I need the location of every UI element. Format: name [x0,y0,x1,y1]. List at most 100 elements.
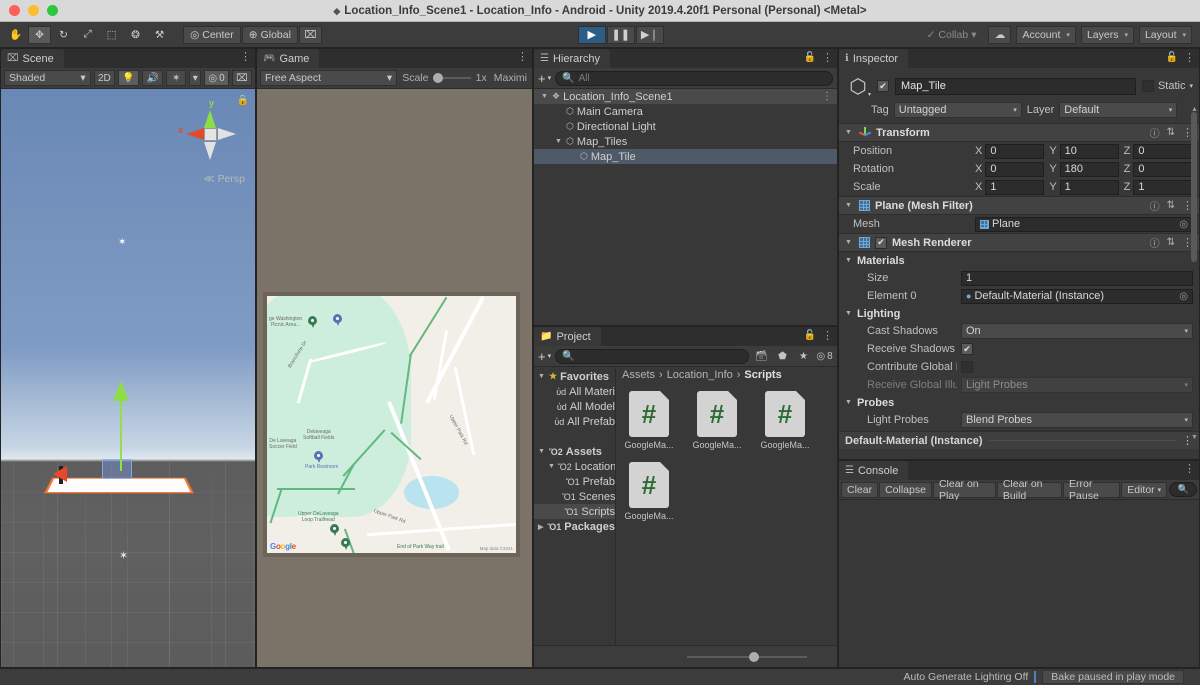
scene-lighting-icon[interactable]: 💡 [118,70,140,86]
move-tool-icon[interactable]: ✥ [28,25,52,44]
asset-item[interactable]: # GoogleMa... [622,462,676,521]
map-pin[interactable] [330,524,339,536]
hierarchy-item-location-info-scene1[interactable]: ▼ ❖ Location_Info_Scene1 ⋮ [534,89,837,104]
light-probes-dropdown[interactable]: Blend Probes ▾ [961,412,1193,428]
rotation-x-input[interactable]: 0 [985,161,1045,177]
map-pin[interactable] [341,538,350,550]
pivot-mode-button[interactable]: ◎ Center [183,25,241,44]
project-asset-browser[interactable]: Assets › Location_Info › Scripts # GoogleMa..… [616,367,837,645]
position-x-input[interactable]: 0 [985,143,1045,159]
help-icon[interactable]: ⓘ [1150,235,1160,250]
cloud-button[interactable]: ☁ [988,25,1012,44]
grid-snap-icon[interactable]: ⌧ [298,25,322,44]
gizmo-plane-handle[interactable] [102,459,132,479]
cast-shadows-dropdown[interactable]: On ▾ [961,323,1193,339]
static-checkbox[interactable] [1141,80,1154,92]
size-input[interactable]: 1 [961,270,1193,286]
console-menu-icon[interactable]: ⋮ [1184,464,1195,475]
project-tree-item-favorites[interactable]: ▼ ★ Favorites [534,369,615,384]
preset-icon[interactable]: ⇅ [1167,200,1175,211]
game-viewport[interactable]: ge Washington Picnic Area... Branciforte … [257,89,532,667]
tag-dropdown[interactable]: Untagged ▾ [893,102,1022,118]
project-tree-item-location-[interactable]: ▼Ὄ2Location_ [534,459,615,474]
hierarchy-item-map-tile[interactable]: ⬡ Map_Tile [534,149,837,164]
object-picker-icon[interactable]: ◎ [1179,291,1188,302]
game-scale-slider[interactable] [433,72,471,84]
breadcrumb-item[interactable]: Scripts [744,369,781,381]
project-visibility-toggle[interactable]: ◎ 8 [816,348,833,364]
receive-shadows-checkbox[interactable]: ✔ [961,343,973,355]
gizmo-cone-left[interactable] [186,128,204,140]
foldout-arrow-icon[interactable]: ▼ [845,399,852,406]
static-toggle[interactable]: Static ▾ [1141,80,1193,92]
console-error-pause-button[interactable]: Error Pause [1063,478,1121,502]
project-tree-item-all-materi[interactable]: ὐd All Materi [534,384,615,399]
directional-light-gizmo[interactable]: ✶ [118,237,126,248]
toggle-2d-button[interactable]: 2D [93,70,116,86]
perspective-label[interactable]: ≪ Persp [204,173,245,185]
scene-menu-icon[interactable]: ⋮ [240,52,251,63]
custom-editor-tool-icon[interactable]: ⚒ [148,25,172,44]
mesh-renderer-enabled-checkbox[interactable]: ✔ [875,236,887,249]
position-z-input[interactable]: 0 [1133,143,1193,159]
gizmo-cone-right[interactable] [218,128,236,140]
console-clear-button[interactable]: Clear [841,481,879,498]
material-preview-bar[interactable]: Default-Material (Instance) ⋮ [839,431,1199,449]
foldout-arrow-icon[interactable]: ▼ [540,93,549,100]
layer-dropdown[interactable]: Default ▾ [1059,102,1178,118]
console-search-input[interactable]: 🔍 [1169,482,1197,497]
scale-x-input[interactable]: 1 [985,179,1045,195]
project-tree-item-scenes[interactable]: Ὄ1 Scenes [534,489,615,504]
hierarchy-search-input[interactable]: 🔍 All [555,70,833,86]
playback-controls[interactable]: ▶ ❚❚ ▶❘ [577,25,664,44]
gameobject-enabled-checkbox[interactable]: ✔ [877,80,889,92]
transform-properties[interactable]: Position X 0 Y 10 Z 0 Rotation X 0 Y 180 Z 0 Scale X 1 Y 1… [839,142,1199,196]
gizmo-cone-up[interactable] [204,110,216,128]
filter-by-type-icon[interactable]: 🗃 [753,348,770,364]
aspect-ratio-dropdown[interactable]: Free Aspect ▾ [260,70,398,86]
rotation-y-input[interactable]: 180 [1059,161,1119,177]
tab-inspector[interactable]: ℹ Inspector [839,49,909,68]
scene-fx-icon[interactable]: ✶ [166,70,187,86]
game-menu-icon[interactable]: ⋮ [517,52,528,63]
console-clear-on-play-button[interactable]: Clear on Play [932,478,996,502]
layers-dropdown[interactable]: Layers ▾ [1080,25,1134,44]
foldout-arrow-icon[interactable]: ▼ [845,257,852,264]
scene-viewport[interactable]: ✶ ✶ 🔒 y x ≪ Persp [1,89,255,667]
foldout-arrow-icon[interactable]: ▼ [537,448,546,455]
breadcrumb[interactable]: Assets › Location_Info › Scripts [616,367,837,383]
project-tree-item-packages[interactable]: ▶ Ὄ1 Packages [534,519,615,534]
tab-console[interactable]: ☰ Console [839,461,909,480]
project-tree-item-scripts[interactable]: Ὄ1 Scripts [534,504,615,519]
rotation-z-input[interactable]: 0 [1133,161,1193,177]
foldout-arrow-icon[interactable]: ▼ [554,138,563,145]
foldout-arrow-icon[interactable]: ▼ [845,129,854,136]
preset-icon[interactable]: ⇅ [1167,127,1175,138]
tab-hierarchy[interactable]: ☰ Hierarchy [534,49,611,68]
transform-tools[interactable]: ✋ ✥ ↻ ⤢ ⬚ ❂ ⚒ [4,25,172,44]
project-tree-item-all-model[interactable]: ὐd All Model [534,399,615,414]
shading-mode-dropdown[interactable]: Shaded ▾ [4,70,91,86]
map-pin[interactable] [314,451,323,463]
scene-visibility-toggle[interactable]: ◎ 0 [204,70,229,86]
scene-fx-dropdown[interactable]: ▾ [189,70,202,86]
foldout-arrow-icon[interactable]: ▼ [537,373,546,380]
project-tree-item-prefab[interactable]: Ὄ1 Prefab [534,474,615,489]
layout-dropdown[interactable]: Layout ▾ [1138,25,1193,44]
asset-item[interactable]: # GoogleMa... [622,391,676,450]
rect-tool-icon[interactable]: ⬚ [100,25,124,44]
materials-section[interactable]: ▼ Materials [839,252,1199,269]
help-icon[interactable]: ⓘ [1150,125,1160,140]
scroll-down-icon[interactable]: ▼ [1191,434,1198,441]
hierarchy-item-main-camera[interactable]: ⬡ Main Camera [534,104,837,119]
help-icon[interactable]: ⓘ [1150,198,1160,213]
asset-grid[interactable]: # GoogleMa... # GoogleMa... # GoogleMa... # Goo… [616,383,837,529]
element0-object-field[interactable]: ● Default-Material (Instance) ◎ [961,288,1193,304]
foldout-arrow-icon[interactable]: ▼ [548,463,555,470]
transform-tool-icon[interactable]: ❂ [124,25,148,44]
project-tree-item-assets[interactable]: ▼ Ὄ2 Assets [534,444,615,459]
position-y-input[interactable]: 10 [1059,143,1119,159]
favorites-star-icon[interactable]: ★ [795,348,812,364]
lighting-section[interactable]: ▼ Lighting [839,305,1199,322]
create-gameobject-button[interactable]: + ▾ [538,71,551,86]
